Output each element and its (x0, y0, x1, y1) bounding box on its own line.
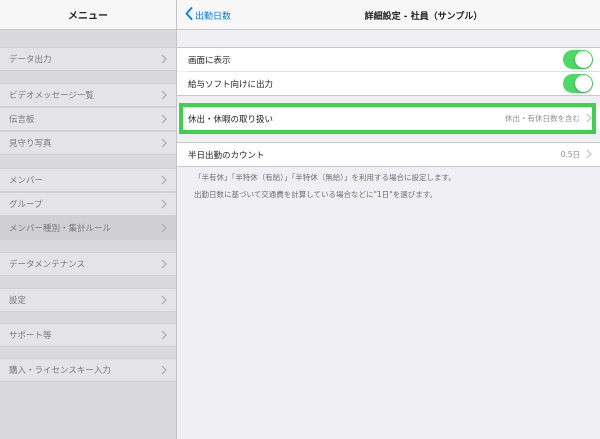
sidebar-item-label: ビデオメッセージ一覧 (9, 91, 94, 101)
detail-pane: 出勤日数 詳細設定 - 社員（サンプル） 画面に表示 給与ソフト向けに出力 休出… (177, 0, 600, 439)
sidebar-item-label: 見守り写真 (9, 139, 52, 149)
sidebar-item-support[interactable]: サポート等 (0, 323, 176, 347)
sidebar-item-label: サポート等 (9, 331, 52, 341)
page-title: 詳細設定 - 社員（サンプル） (364, 11, 483, 22)
show-on-screen-toggle[interactable] (563, 50, 593, 69)
sidebar-item-label: メンバー (9, 176, 44, 186)
show-on-screen-label: 画面に表示 (188, 55, 231, 66)
sidebar-item-label: グループ (9, 200, 43, 210)
footnote-line-1: 「半有休」「半特休（有給）」「半特休（無給）」を利用する場合に設定します。 (194, 173, 456, 182)
chevron-right-icon (586, 113, 592, 126)
sidebar-menu: メニュー データ出力 ビデオメッセージ一覧 伝言板 見守り写真 メンバー グルー… (0, 0, 177, 439)
footnote-line-2: 出勤日数に基づいて交通費を計算している場合などに"1日"を選びます。 (194, 190, 437, 199)
divider (177, 166, 600, 167)
sidebar-title: メニュー (0, 0, 176, 30)
sidebar-item-groups[interactable]: グループ (0, 192, 176, 216)
chevron-right-icon (161, 223, 167, 233)
sidebar-item-label: データ出力 (9, 55, 52, 65)
sidebar-item-purchase[interactable]: 購入・ライセンスキー入力 (0, 358, 176, 382)
sidebar-item-message-board[interactable]: 伝言板 (0, 107, 176, 131)
chevron-right-icon (161, 259, 167, 269)
sidebar-item-label: データメンテナンス (9, 260, 86, 270)
chevron-right-icon (161, 114, 167, 124)
chevron-right-icon (161, 199, 167, 209)
chevron-right-icon (161, 54, 167, 64)
half-day-row[interactable]: 半日出勤のカウント 0.5日 (177, 143, 600, 166)
leave-handling-row[interactable]: 休出・休暇の取り扱い 休出・有休日数を含む (177, 107, 600, 130)
sidebar-item-members[interactable]: メンバー (0, 168, 176, 192)
toggle-knob (575, 51, 592, 68)
sidebar-item-label: 伝言板 (9, 115, 35, 125)
navigation-bar: 出勤日数 詳細設定 - 社員（サンプル） (177, 0, 600, 30)
divider (177, 95, 600, 96)
chevron-right-icon (161, 330, 167, 340)
leave-handling-label: 休出・休暇の取り扱い (188, 114, 274, 125)
chevron-right-icon (161, 365, 167, 375)
leave-handling-value: 休出・有休日数を含む (505, 114, 580, 123)
half-day-label: 半日出勤のカウント (188, 150, 265, 161)
sidebar-item-data-maintenance[interactable]: データメンテナンス (0, 252, 176, 276)
sidebar-item-label: 購入・ライセンスキー入力 (9, 366, 111, 376)
payroll-output-row: 給与ソフト向けに出力 (177, 72, 600, 95)
sidebar-item-label: 設定 (9, 296, 27, 306)
sidebar-item-video-messages[interactable]: ビデオメッセージ一覧 (0, 83, 176, 107)
payroll-output-label: 給与ソフト向けに出力 (188, 79, 274, 90)
chevron-right-icon (161, 295, 167, 305)
chevron-right-icon (161, 138, 167, 148)
show-on-screen-row: 画面に表示 (177, 48, 600, 71)
chevron-right-icon (586, 149, 592, 162)
sidebar-item-watch-photos[interactable]: 見守り写真 (0, 131, 176, 155)
half-day-value: 0.5日 (560, 150, 580, 159)
chevron-right-icon (161, 175, 167, 185)
sidebar-item-member-types[interactable]: メンバー種別・集計ルール (0, 216, 176, 240)
sidebar-item-data-export[interactable]: データ出力 (0, 47, 176, 71)
payroll-output-toggle[interactable] (563, 74, 593, 93)
chevron-right-icon (161, 90, 167, 100)
toggle-knob (575, 75, 592, 92)
sidebar-item-label: メンバー種別・集計ルール (9, 224, 112, 234)
sidebar-item-settings[interactable]: 設定 (0, 288, 176, 312)
